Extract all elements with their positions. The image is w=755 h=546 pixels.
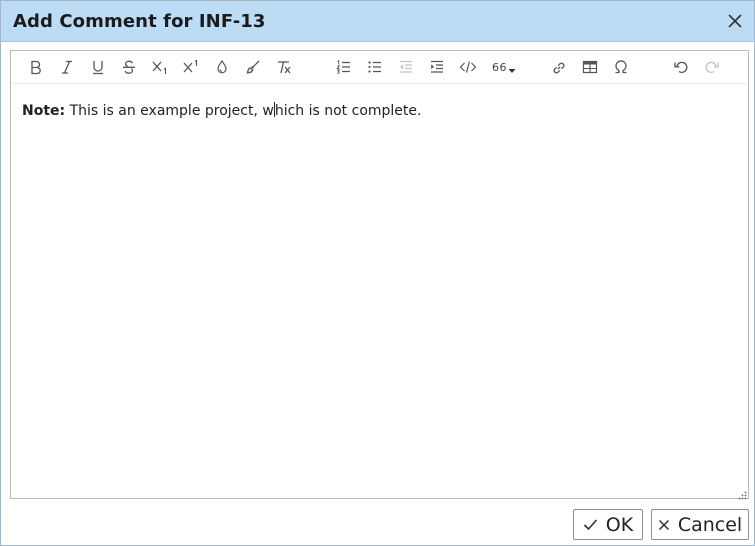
comment-text-end: hich is not complete.: [274, 103, 422, 119]
italic-button[interactable]: [55, 56, 79, 78]
italic-icon: [62, 60, 72, 74]
indent-icon: [431, 60, 443, 73]
outdent-icon: [400, 60, 412, 73]
close-icon: [658, 519, 670, 531]
omega-icon: [615, 60, 627, 74]
undo-icon: [674, 61, 688, 73]
cancel-button[interactable]: Cancel: [651, 509, 749, 540]
clear-format-button[interactable]: [272, 56, 296, 78]
dialog-title: Add Comment for INF-13: [13, 11, 266, 32]
comment-text-start: This is an example project, w: [65, 103, 274, 119]
table-icon: [582, 60, 598, 74]
undo-button[interactable]: [669, 56, 693, 78]
bold-icon: [31, 60, 41, 75]
dialog-titlebar: Add Comment for INF-13: [1, 1, 754, 42]
resize-grip-icon[interactable]: [737, 487, 747, 500]
droplet-icon: [217, 59, 227, 74]
unordered-list-icon: [368, 61, 381, 73]
table-button[interactable]: [578, 56, 602, 78]
bullet-list-button[interactable]: [363, 56, 387, 78]
cancel-label: Cancel: [677, 513, 743, 536]
superscript-button[interactable]: [179, 56, 203, 78]
comment-editor[interactable]: 66 Note: This is an example project, whi…: [10, 50, 749, 500]
subscript-icon: [152, 61, 167, 74]
indent-button[interactable]: [425, 56, 449, 78]
check-icon: [583, 518, 598, 531]
ordered-list-icon: [336, 60, 350, 74]
close-icon[interactable]: [726, 12, 744, 30]
add-comment-dialog: Add Comment for INF-13 66 Note: This is …: [0, 0, 755, 546]
editor-toolbar: 66: [11, 51, 748, 84]
link-button[interactable]: [547, 56, 571, 78]
ok-label: OK: [605, 513, 634, 536]
brush-icon: [246, 60, 260, 74]
redo-button[interactable]: [700, 56, 724, 78]
numbered-list-button[interactable]: [332, 56, 356, 78]
underline-button[interactable]: [86, 56, 110, 78]
superscript-icon: [183, 59, 198, 73]
outdent-button[interactable]: [394, 56, 418, 78]
quote-button[interactable]: 66: [487, 56, 521, 78]
code-button[interactable]: [456, 56, 480, 78]
strikethrough-button[interactable]: [117, 56, 141, 78]
code-icon: [459, 61, 477, 73]
strikethrough-icon: [123, 60, 135, 74]
clear-format-icon: [278, 61, 291, 74]
editor-content[interactable]: Note: This is an example project, which …: [22, 102, 421, 119]
redo-icon: [705, 61, 719, 73]
bold-button[interactable]: [24, 56, 48, 78]
special-char-button[interactable]: [609, 56, 633, 78]
subscript-button[interactable]: [148, 56, 172, 78]
dropdown-caret-icon: [508, 69, 516, 73]
underline-icon: [93, 61, 103, 75]
quote-icon: 66: [492, 60, 507, 74]
link-icon: [553, 62, 565, 74]
text-color-button[interactable]: [210, 56, 234, 78]
ok-button[interactable]: OK: [573, 509, 643, 540]
note-label: Note:: [22, 103, 66, 119]
highlight-button[interactable]: [241, 56, 265, 78]
